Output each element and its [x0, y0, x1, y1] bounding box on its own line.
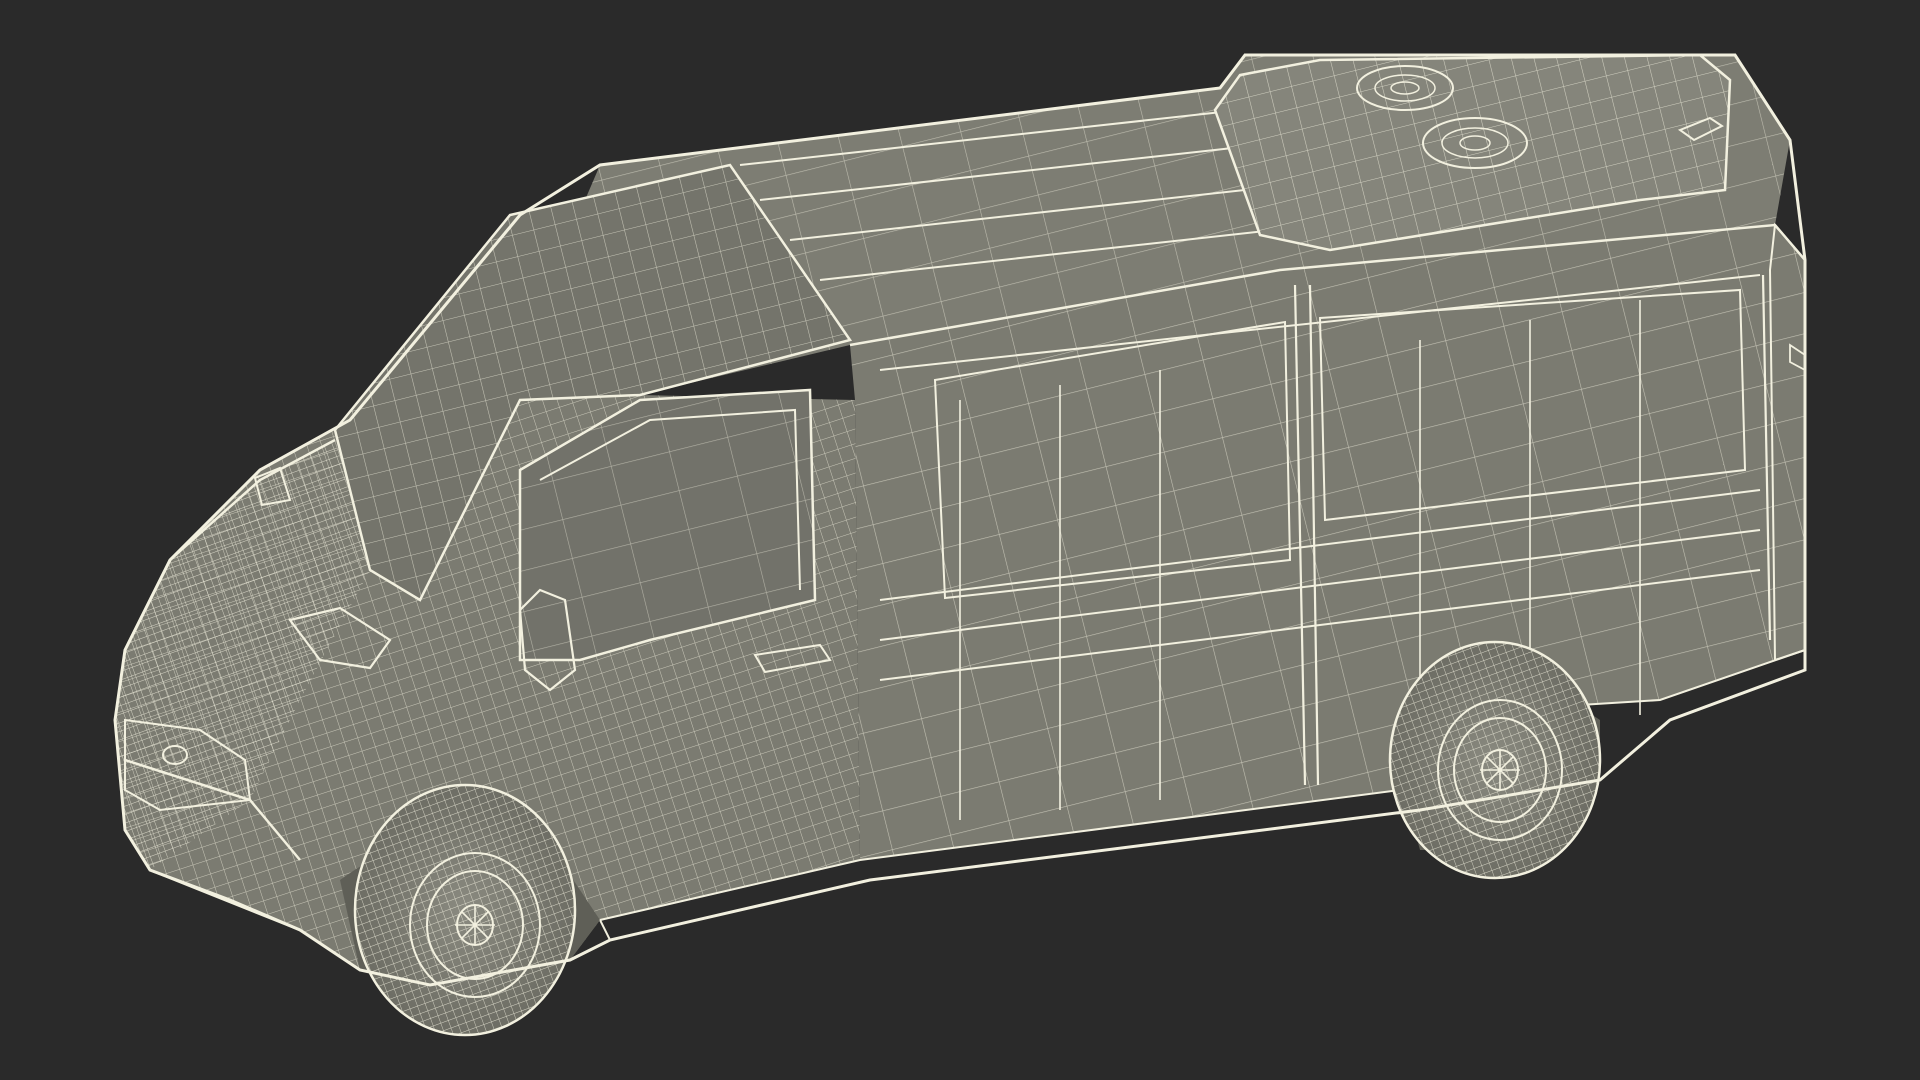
van-cargo-side [849, 223, 1807, 860]
render-viewport [0, 0, 1920, 1080]
rear-wheel [1388, 640, 1602, 880]
van-wireframe-render [113, 53, 1807, 1037]
